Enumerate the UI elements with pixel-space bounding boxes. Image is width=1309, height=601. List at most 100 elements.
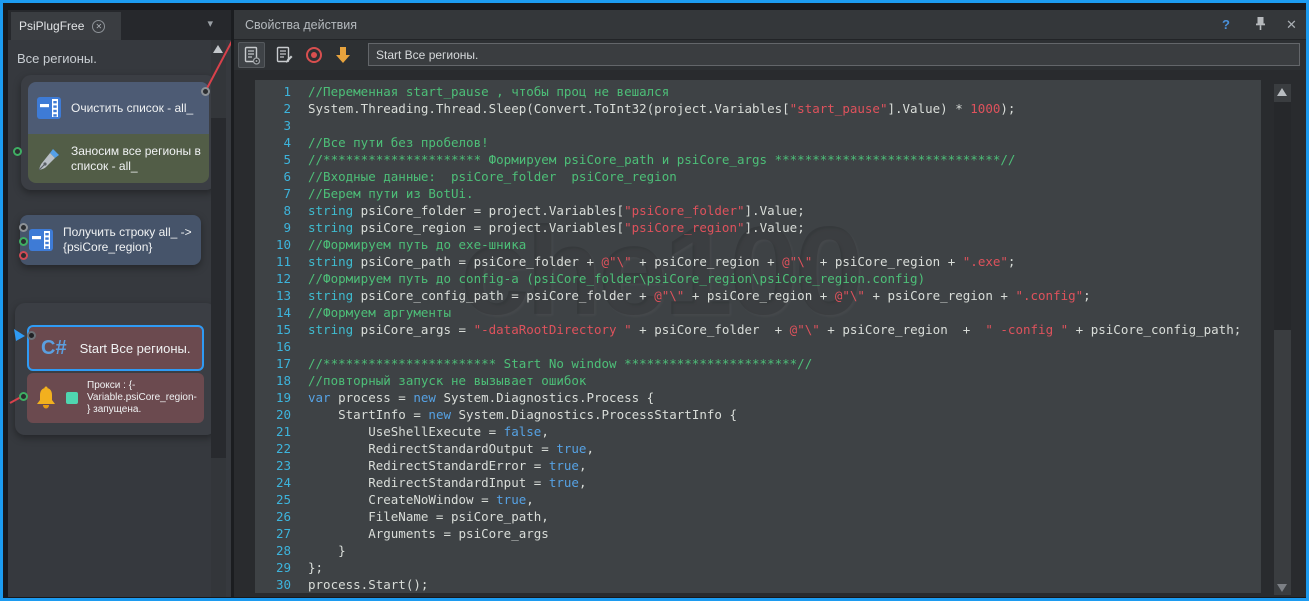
line-number: 20: [255, 406, 291, 423]
document-pencil-icon: [275, 46, 293, 65]
list-icon: [36, 95, 62, 121]
action-settings-button[interactable]: [238, 42, 265, 68]
code-line: 25 CreateNoWindow = true,: [255, 491, 1261, 508]
line-number: 12: [255, 270, 291, 287]
code-line: 19var process = new System.Diagnostics.P…: [255, 389, 1261, 406]
action-name-input[interactable]: [368, 43, 1300, 66]
pen-icon: [36, 146, 62, 172]
record-button[interactable]: [300, 42, 327, 68]
line-number: 2: [255, 100, 291, 117]
line-number: 14: [255, 304, 291, 321]
line-number: 11: [255, 253, 291, 270]
run-arrow-button[interactable]: [329, 42, 356, 68]
line-number: 7: [255, 185, 291, 202]
block-label: Start Все регионы.: [80, 341, 191, 356]
close-icon[interactable]: ✕: [1286, 17, 1297, 33]
bell-icon: [35, 386, 57, 410]
notification-block[interactable]: Прокси : {-Variable.psiCore_region-} зап…: [27, 373, 204, 423]
code-editor[interactable]: che100 1//Переменная start_pause , чтобы…: [255, 80, 1261, 593]
code-line: 22 RedirectStandardOutput = true,: [255, 440, 1261, 457]
tab-psiplugfree[interactable]: PsiPlugFree ✕: [11, 12, 121, 40]
line-number: 17: [255, 355, 291, 372]
code-line: 5//********************* Формируем psiCo…: [255, 151, 1261, 168]
flow-canvas[interactable]: Все регионы.: [8, 40, 231, 597]
canvas-label: Все регионы.: [17, 51, 97, 66]
code-line: 8string psiCore_folder = project.Variabl…: [255, 202, 1261, 219]
scroll-thumb[interactable]: [1274, 102, 1291, 330]
tab-close-icon[interactable]: ✕: [92, 20, 105, 33]
get-string-block[interactable]: Получить строку all_ -> {psiCore_region}: [20, 215, 201, 265]
line-number: 6: [255, 168, 291, 185]
line-number: 5: [255, 151, 291, 168]
code-area: che100 1//Переменная start_pause , чтобы…: [234, 70, 1307, 597]
line-number: 22: [255, 440, 291, 457]
line-number: 16: [255, 338, 291, 355]
code-line: 15string psiCore_args = "-dataRootDirect…: [255, 321, 1261, 338]
status-square-icon: [66, 392, 78, 404]
connector-dot[interactable]: [13, 147, 22, 156]
record-icon: [306, 47, 322, 63]
connector-dot[interactable]: [19, 251, 28, 260]
pin-icon[interactable]: [1254, 16, 1267, 34]
code-line: 10//Формируем путь до exe-шника: [255, 236, 1261, 253]
code-line: 26 FileName = psiCore_path,: [255, 508, 1261, 525]
connector-dot[interactable]: [19, 392, 28, 401]
code-line: 27 Arguments = psiCore_args: [255, 525, 1261, 542]
panel-header: Свойства действия ? ✕: [234, 10, 1307, 40]
tab-title: PsiPlugFree: [19, 19, 84, 33]
panel-title: Свойства действия: [245, 18, 357, 32]
code-line: 2System.Threading.Thread.Sleep(Convert.T…: [255, 100, 1261, 117]
line-number: 3: [255, 117, 291, 134]
line-number: 27: [255, 525, 291, 542]
code-line: 17//*********************** Start No win…: [255, 355, 1261, 372]
line-number: 25: [255, 491, 291, 508]
connector-dot[interactable]: [19, 223, 28, 232]
csharp-badge: C#: [37, 341, 71, 356]
canvas-scrollbar[interactable]: [211, 40, 226, 597]
code-line: 29};: [255, 559, 1261, 576]
scroll-thumb[interactable]: [211, 118, 226, 458]
line-number: 24: [255, 474, 291, 491]
help-icon[interactable]: ?: [1222, 17, 1230, 32]
code-line: 20 StartInfo = new System.Diagnostics.Pr…: [255, 406, 1261, 423]
line-number: 21: [255, 423, 291, 440]
connector-dot[interactable]: [201, 87, 210, 96]
properties-panel: Свойства действия ? ✕: [234, 10, 1307, 597]
action-group-bottom: C# Start Все регионы. Прокси : {-Variabl…: [15, 303, 216, 435]
list-icon: [28, 227, 54, 253]
clear-list-block[interactable]: Очистить список - all_: [28, 82, 209, 134]
csharp-block[interactable]: C# Start Все регионы.: [27, 325, 204, 371]
line-number: 18: [255, 372, 291, 389]
code-line: 24 RedirectStandardInput = true,: [255, 474, 1261, 491]
code-line: 12//Формируем путь до config-a (psiCore_…: [255, 270, 1261, 287]
scroll-up-icon[interactable]: [213, 45, 223, 53]
line-number: 29: [255, 559, 291, 576]
block-label: Прокси : {-Variable.psiCore_region-} зап…: [87, 380, 198, 416]
block-label: Получить строку all_ -> {psiCore_region}: [63, 225, 195, 255]
connector-dot[interactable]: [19, 237, 28, 246]
add-regions-block[interactable]: Заносим все регионы в список - all_: [28, 134, 209, 183]
code-line: 7//Берем пути из BotUi.: [255, 185, 1261, 202]
code-scrollbar[interactable]: [1274, 84, 1291, 595]
app-window: PsiPlugFree ✕ ▾ Все регионы.: [0, 0, 1309, 601]
action-toolbar: [234, 40, 1307, 70]
line-number: 26: [255, 508, 291, 525]
code-line: 30process.Start();: [255, 576, 1261, 593]
scroll-down-icon[interactable]: [1277, 584, 1287, 592]
code-line: 9string psiCore_region = project.Variabl…: [255, 219, 1261, 236]
block-label: Очистить список - all_: [71, 101, 203, 116]
code-line: 21 UseShellExecute = false,: [255, 423, 1261, 440]
line-number: 8: [255, 202, 291, 219]
action-edit-button[interactable]: [270, 42, 297, 68]
connector-dot[interactable]: [27, 331, 36, 340]
code-line: 4//Все пути без пробелов!: [255, 134, 1261, 151]
code-line: 13string psiCore_config_path = psiCore_f…: [255, 287, 1261, 304]
line-number: 28: [255, 542, 291, 559]
code-line: 18//повторный запуск не вызывает ошибок: [255, 372, 1261, 389]
tabbar-dropdown-icon[interactable]: ▾: [207, 17, 213, 30]
scroll-up-icon[interactable]: [1277, 88, 1287, 96]
code-line: 1//Переменная start_pause , чтобы проц н…: [255, 83, 1261, 100]
down-arrow-icon: [335, 46, 351, 64]
block-label: Заносим все регионы в список - all_: [71, 144, 203, 174]
line-number: 30: [255, 576, 291, 593]
